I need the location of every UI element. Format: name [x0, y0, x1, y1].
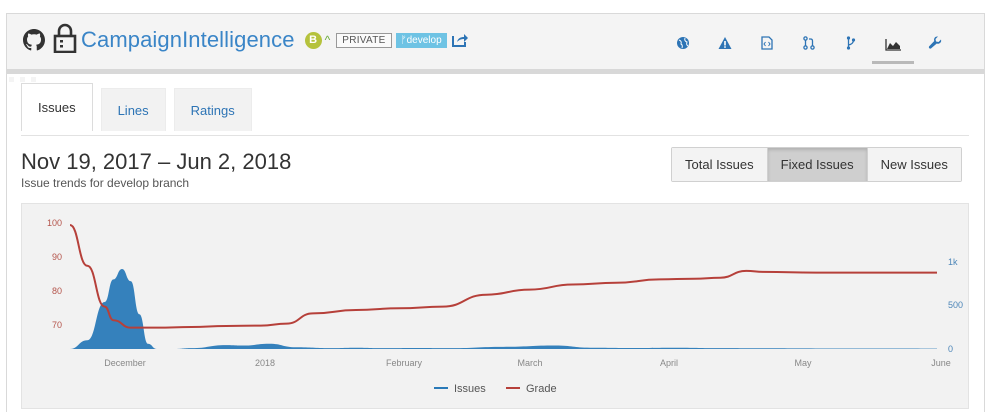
- y-right-tick: 500: [948, 300, 963, 310]
- x-tick: 2018: [255, 358, 275, 368]
- chevron-up-icon: ^: [324, 33, 331, 47]
- issues-chart-svg: 100 90 80 70 1k 500 0 December 2018 February March…: [47, 218, 963, 395]
- nav-pull-requests[interactable]: [788, 28, 830, 58]
- y-left-tick: 70: [52, 320, 62, 330]
- y-left-tick: 100: [47, 218, 62, 228]
- code-file-icon: [761, 36, 773, 50]
- y-left-tick: 80: [52, 286, 62, 296]
- grade-badge[interactable]: B: [304, 31, 322, 49]
- lock-icon: [53, 23, 77, 53]
- nav-settings[interactable]: [914, 28, 956, 58]
- nav-issues[interactable]: [704, 28, 746, 58]
- y-right-tick: 1k: [948, 257, 958, 267]
- repo-header: CampaignIntelligence B ^ PRIVATE ᚠdevelo…: [7, 14, 984, 74]
- total-issues-button[interactable]: Total Issues: [672, 148, 768, 181]
- date-range-subtitle: Issue trends for develop branch: [21, 176, 190, 190]
- repo-panel: CampaignIntelligence B ^ PRIVATE ᚠdevelo…: [6, 13, 985, 412]
- nav-trends[interactable]: [872, 28, 914, 64]
- nav-globe[interactable]: [662, 28, 704, 58]
- x-tick: April: [660, 358, 678, 368]
- legend-issues-label: Issues: [454, 383, 486, 395]
- share-icon[interactable]: [451, 32, 469, 48]
- nav-code[interactable]: [746, 28, 788, 58]
- new-issues-button[interactable]: New Issues: [867, 148, 961, 181]
- y-left-tick: 90: [52, 252, 62, 262]
- github-icon[interactable]: [23, 29, 45, 51]
- issue-filter-group: Total Issues Fixed Issues New Issues: [671, 147, 962, 182]
- x-tick: March: [517, 358, 542, 368]
- nav-branches[interactable]: [830, 28, 872, 58]
- date-range-title: Nov 19, 2017 – Jun 2, 2018: [21, 149, 292, 174]
- header-strip: [9, 69, 49, 82]
- repo-title-area: CampaignIntelligence B ^ PRIVATE ᚠdevelo…: [23, 23, 469, 53]
- fixed-issues-button[interactable]: Fixed Issues: [767, 148, 868, 181]
- tab-divider: [21, 135, 969, 136]
- tab-ratings[interactable]: Ratings: [173, 88, 252, 131]
- wrench-icon: [928, 36, 942, 49]
- branch-icon: [846, 36, 856, 50]
- globe-icon: [677, 37, 689, 49]
- warning-icon: [718, 37, 732, 49]
- x-tick: June: [931, 358, 951, 368]
- tab-bar: Issues Lines Ratings: [21, 83, 260, 131]
- tab-lines[interactable]: Lines: [100, 88, 166, 131]
- branch-label: develop: [406, 34, 442, 46]
- private-badge: PRIVATE: [336, 32, 392, 48]
- repo-name-link[interactable]: CampaignIntelligence: [81, 27, 295, 53]
- grade-series-line: [69, 224, 937, 329]
- chart-icon: [885, 38, 901, 51]
- tab-issues[interactable]: Issues: [21, 83, 93, 131]
- issues-chart: 100 90 80 70 1k 500 0 December 2018 February March…: [21, 203, 969, 409]
- x-tick: December: [104, 358, 146, 368]
- x-tick: February: [386, 358, 423, 368]
- branch-selector[interactable]: ᚠdevelop: [395, 32, 447, 48]
- pull-request-icon: [803, 36, 815, 50]
- y-right-tick: 0: [948, 344, 953, 354]
- x-tick: May: [794, 358, 812, 368]
- repo-nav: [662, 28, 956, 64]
- legend-grade-label: Grade: [526, 383, 557, 395]
- issues-series-area: [70, 268, 937, 349]
